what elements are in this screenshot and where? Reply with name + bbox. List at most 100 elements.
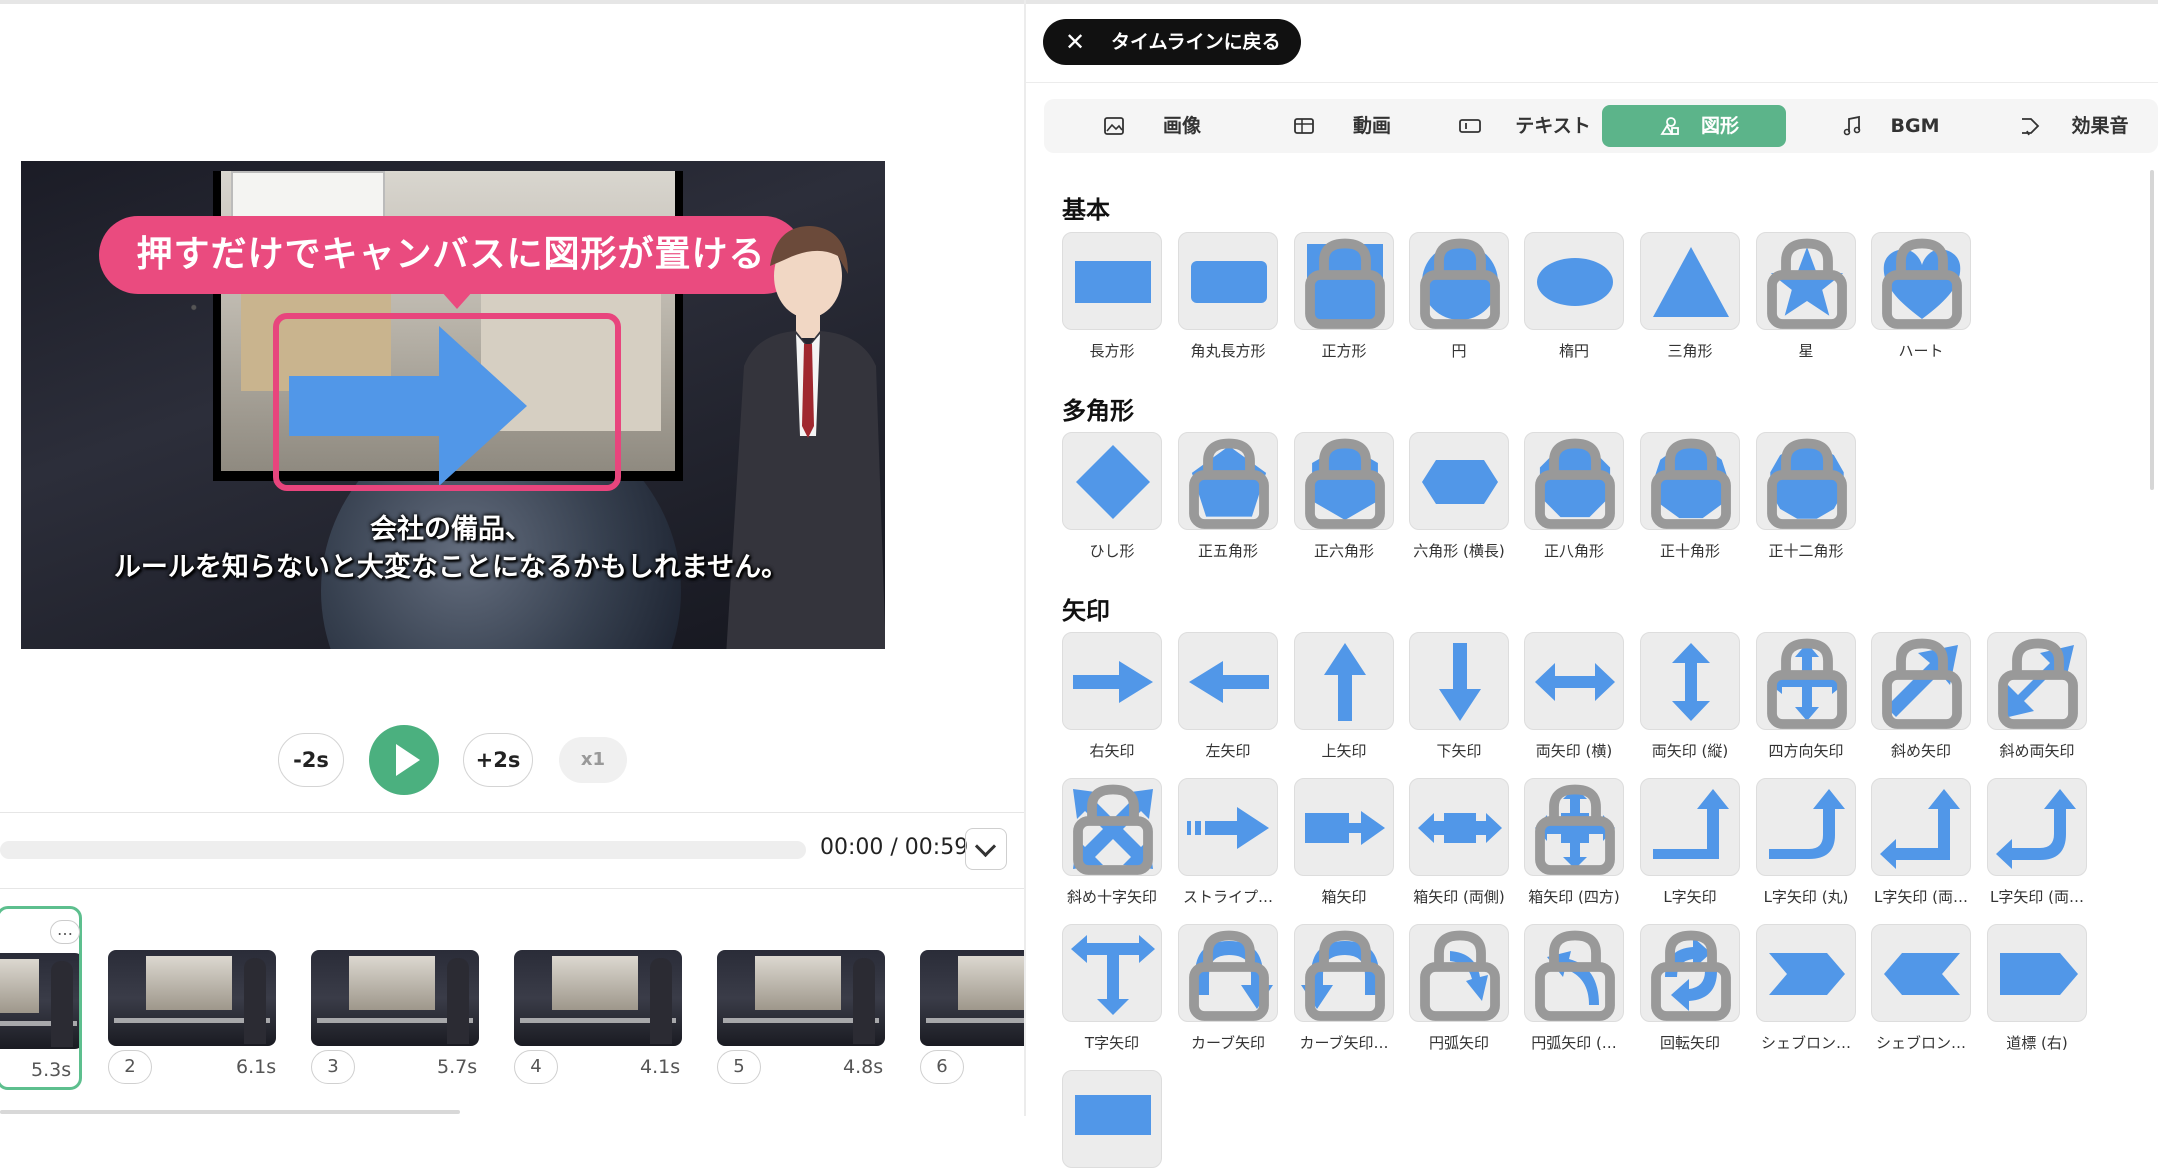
shape-label: 正十二角形 [1768,542,1844,560]
scene-card-6[interactable]: 6 [920,950,1024,1090]
shape-tile[interactable] [1987,924,2087,1022]
shape-label: 円 [1451,342,1467,360]
shape-label: 箱矢印 (両側) [1413,888,1505,906]
shape-tile[interactable] [1756,778,1856,876]
shape-tile[interactable] [1871,924,1971,1022]
shape-tile[interactable] [1062,432,1162,530]
shape-tile[interactable] [1178,778,1278,876]
shape-tile[interactable] [1294,778,1394,876]
shape-tile[interactable] [1294,632,1394,730]
shape-label: 下矢印 [1436,742,1482,760]
scene-card-3[interactable]: 3 5.7s [311,950,491,1090]
tab-text[interactable]: テキスト [1456,105,1616,147]
shape-tile[interactable] [1524,778,1624,876]
shape-tile[interactable] [1178,432,1278,530]
scene-number: 4 [514,1050,558,1084]
shape-tile[interactable] [1409,432,1509,530]
shape-tile[interactable] [1640,432,1740,530]
shape-tile[interactable] [1524,632,1624,730]
shape-label: 箱矢印 [1321,888,1367,906]
scene-card-4[interactable]: 4 4.1s [514,950,694,1090]
subtitle-text[interactable]: 会社の備品、 ルールを知らないと大変なことになるかもしれません。 [21,511,881,587]
shape-label: 楕円 [1558,342,1589,360]
shape-label: T字矢印 [1084,1034,1140,1052]
shape-tile[interactable] [1871,632,1971,730]
play-button[interactable] [369,725,439,795]
seek-bar[interactable] [0,841,806,859]
shape-tile[interactable] [1294,924,1394,1022]
callout-bubble[interactable]: 押すだけでキャンバスに図形が置ける [99,216,803,294]
scene-card-5[interactable]: 5 4.8s [717,950,897,1090]
wide-hexagon-icon [1422,460,1498,504]
shape-tile[interactable] [1409,778,1509,876]
shape-tile[interactable] [1409,232,1509,330]
shape-tile[interactable] [1409,924,1509,1022]
scene-thumbnail [920,950,1024,1046]
divider [0,812,1024,813]
scene-number: 6 [920,1050,964,1084]
shape-label: 円弧矢印 (… [1531,1034,1617,1052]
divider [1026,82,2158,83]
shape-tile[interactable] [1524,232,1624,330]
l-round-arrow-icon [1769,789,1845,859]
shape-tile[interactable] [1409,632,1509,730]
playback-speed-button[interactable]: x1 [559,737,627,783]
shape-label: 正十角形 [1659,542,1720,560]
shape-tile[interactable] [1062,924,1162,1022]
scene-duration: 5.7s [437,1056,478,1078]
tab-image[interactable]: 画像 [1100,105,1230,147]
shape-tile[interactable] [1987,632,2087,730]
close-icon: ✕ [1065,28,1086,56]
shape-label: 正方形 [1321,342,1367,360]
shape-tile[interactable] [1062,1070,1162,1168]
callout-bubble-tail [441,291,473,309]
tab-shapes[interactable]: 図形 [1602,105,1786,147]
chevron-left-shape-icon [1884,953,1960,995]
shape-tile[interactable] [1756,632,1856,730]
shape-tile[interactable] [1178,632,1278,730]
rewind-2s-button[interactable]: -2s [278,733,344,787]
scene-duration: 6.1s [236,1056,277,1078]
shape-label: 長方形 [1089,342,1135,360]
shape-tile[interactable] [1062,232,1162,330]
striped-arrow-icon [1187,807,1269,849]
scene-number: 2 [108,1050,152,1084]
shape-tile[interactable] [1871,232,1971,330]
shape-tile[interactable] [1640,232,1740,330]
shape-tile[interactable] [1062,632,1162,730]
scene-thumbnail [311,950,479,1046]
shape-tile[interactable] [1178,924,1278,1022]
shape-tile[interactable] [1640,632,1740,730]
triangle-icon [1653,247,1729,317]
shape-tile[interactable] [1987,778,2087,876]
tab-label: 動画 [1352,115,1391,137]
shape-tile[interactable] [1524,432,1624,530]
shape-label: 角丸長方形 [1190,342,1266,360]
shape-label: 四方向矢印 [1768,742,1844,760]
highlight-rectangle[interactable] [273,313,621,491]
shape-tile[interactable] [1524,924,1624,1022]
timeline-toggle-chevron-down-icon[interactable] [965,828,1007,870]
tab-bgm[interactable]: BGM [1838,105,1958,147]
down-arrow-icon [1439,643,1481,721]
forward-2s-button[interactable]: +2s [463,733,533,787]
shape-tile[interactable] [1178,232,1278,330]
shape-tile[interactable] [1756,432,1856,530]
shape-tile[interactable] [1294,432,1394,530]
scene-strip-scrollbar[interactable] [0,1110,460,1114]
video-preview-canvas[interactable]: 押すだけでキャンバスに図形が置ける 会社の備品、 ルールを知らないと大変なことに… [21,161,885,649]
shape-tile[interactable] [1756,232,1856,330]
shape-label: シェブロン… [1760,1034,1851,1052]
back-to-timeline-button[interactable]: ✕ タイムラインに戻る [1043,19,1301,65]
scene-more-options-icon[interactable]: … [50,920,80,944]
shape-tile[interactable] [1640,924,1740,1022]
shape-tile[interactable] [1640,778,1740,876]
tab-video[interactable]: 動画 [1290,105,1420,147]
panel-scrollbar[interactable] [2150,170,2154,490]
scene-card-2[interactable]: 2 6.1s [108,950,288,1090]
shape-tile[interactable] [1871,778,1971,876]
tab-sound-effects[interactable]: 効果音 [2016,105,2150,147]
shape-tile[interactable] [1062,778,1162,876]
shape-tile[interactable] [1294,232,1394,330]
shape-tile[interactable] [1756,924,1856,1022]
